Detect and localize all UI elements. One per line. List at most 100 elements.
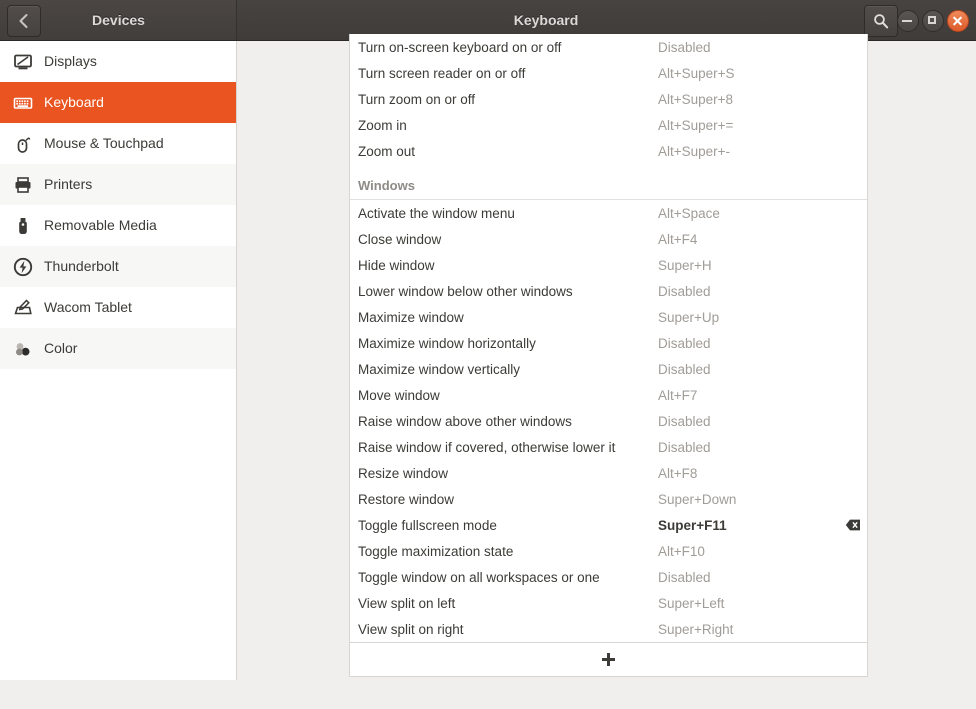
backspace-clear-icon: [845, 519, 860, 531]
shortcut-accelerator: Disabled: [658, 569, 711, 585]
shortcut-name: View split on right: [358, 621, 464, 637]
shortcut-name: Toggle maximization state: [358, 543, 514, 559]
shortcut-row[interactable]: Hide window Super+H: [350, 252, 867, 278]
shortcut-name: Close window: [358, 231, 442, 247]
sidebar-item-label: Removable Media: [44, 217, 157, 233]
shortcut-row[interactable]: Activate the window menu Alt+Space: [350, 200, 867, 226]
shortcut-accelerator: Super+Down: [658, 491, 737, 507]
display-icon: [10, 50, 36, 74]
shortcut-row[interactable]: Raise window above other windows Disabled: [350, 408, 867, 434]
shortcut-row[interactable]: Toggle window on all workspaces or one Di…: [350, 564, 867, 590]
window-controls: [897, 10, 969, 32]
shortcut-row[interactable]: Turn on-screen keyboard on or off Disable…: [350, 34, 867, 60]
shortcut-name: Maximize window: [358, 309, 464, 325]
shortcut-name: Raise window if covered, otherwise lower…: [358, 439, 616, 455]
shortcuts-list: Turn on-screen keyboard on or off Disable…: [349, 34, 868, 677]
shortcut-row[interactable]: Close window Alt+F4: [350, 226, 867, 252]
shortcut-accelerator: Alt+F10: [658, 543, 705, 559]
shortcut-row[interactable]: Maximize window Super+Up: [350, 304, 867, 330]
shortcut-accelerator: Alt+Super+=: [658, 117, 734, 133]
shortcut-row[interactable]: Raise window if covered, otherwise lower…: [350, 434, 867, 460]
close-button[interactable]: [947, 10, 969, 32]
shortcut-row[interactable]: Zoom out Alt+Super+-: [350, 138, 867, 164]
shortcut-name: Maximize window horizontally: [358, 335, 536, 351]
shortcut-accelerator: Alt+Super+8: [658, 91, 734, 107]
shortcut-accelerator: Alt+F8: [658, 465, 698, 481]
keyboard-icon: [10, 91, 36, 115]
shortcut-name: View split on left: [358, 595, 456, 611]
sidebar-item-removable-media[interactable]: Removable Media: [0, 205, 236, 246]
sidebar-item-color[interactable]: Color: [0, 328, 236, 369]
keyboard-icon: [13, 97, 33, 109]
sidebar-item-label: Color: [44, 340, 78, 356]
shortcut-accelerator: Super+Left: [658, 595, 725, 611]
shortcut-name: Restore window: [358, 491, 455, 507]
shortcut-name: Resize window: [358, 465, 449, 481]
shortcut-name: Toggle window on all workspaces or one: [358, 569, 600, 585]
minimize-button[interactable]: [897, 10, 919, 32]
shortcut-accelerator: Alt+F7: [658, 387, 698, 403]
maximize-button[interactable]: [922, 10, 944, 32]
shortcut-accelerator: Super+Up: [658, 309, 720, 325]
search-icon: [874, 14, 889, 29]
shortcut-name: Hide window: [358, 257, 435, 273]
color-circles-icon: [16, 342, 30, 355]
usb-drive-icon: [10, 214, 36, 238]
printer-icon: [15, 176, 31, 193]
shortcut-accelerator: Disabled: [658, 439, 711, 455]
sidebar-item-displays[interactable]: Displays: [0, 41, 236, 82]
sidebar-item-label: Displays: [44, 53, 97, 69]
shortcut-row[interactable]: Resize window Alt+F8: [350, 460, 867, 486]
shortcut-group: Turn on-screen keyboard on or off Disable…: [350, 34, 867, 164]
section-header-windows: Windows: [350, 164, 867, 200]
thunderbolt-icon: [10, 255, 36, 279]
shortcut-row[interactable]: Turn screen reader on or off Alt+Super+S: [350, 60, 867, 86]
sidebar-item-thunderbolt[interactable]: Thunderbolt: [0, 246, 236, 287]
shortcut-name: Zoom out: [358, 143, 416, 159]
shortcut-row[interactable]: Turn zoom on or off Alt+Super+8: [350, 86, 867, 112]
shortcut-name: Maximize window vertically: [358, 361, 521, 377]
sidebar-item-label: Mouse & Touchpad: [44, 135, 164, 151]
shortcut-row[interactable]: Toggle fullscreen mode Super+F11: [350, 512, 867, 538]
settings-window: Devices Keyboard Displays Keyboard Mouse…: [0, 0, 976, 709]
clear-shortcut-button[interactable]: [845, 517, 861, 533]
shortcut-name: Turn on-screen keyboard on or off: [358, 39, 562, 55]
shortcut-row[interactable]: Move window Alt+F7: [350, 382, 867, 408]
shortcut-group: Activate the window menu Alt+Space Close …: [350, 200, 867, 642]
shortcut-name: Turn screen reader on or off: [358, 65, 526, 81]
sidebar-item-keyboard[interactable]: Keyboard: [0, 82, 236, 123]
shortcut-accelerator: Disabled: [658, 413, 711, 429]
shortcut-accelerator: Disabled: [658, 335, 711, 351]
shortcut-row[interactable]: Toggle maximization state Alt+F10: [350, 538, 867, 564]
sidebar-item-label: Thunderbolt: [44, 258, 119, 274]
titlebar-left-section: Devices: [0, 0, 237, 40]
shortcut-accelerator: Alt+Super+-: [658, 143, 731, 159]
shortcut-row[interactable]: Zoom in Alt+Super+=: [350, 112, 867, 138]
shortcut-accelerator: Super+Right: [658, 621, 734, 637]
printer-icon: [10, 173, 36, 197]
shortcut-name: Raise window above other windows: [358, 413, 572, 429]
shortcut-name: Zoom in: [358, 117, 407, 133]
wacom-tablet-icon: [14, 298, 32, 314]
shortcut-row[interactable]: Maximize window horizontally Disabled: [350, 330, 867, 356]
shortcut-row[interactable]: View split on left Super+Left: [350, 590, 867, 616]
shortcut-accelerator: Alt+F4: [658, 231, 698, 247]
back-button[interactable]: [7, 5, 41, 37]
thunderbolt-icon: [13, 257, 33, 276]
shortcut-row[interactable]: View split on right Super+Right: [350, 616, 867, 642]
add-shortcut-button[interactable]: [350, 642, 867, 677]
shortcut-row[interactable]: Maximize window vertically Disabled: [350, 356, 867, 382]
shortcut-accelerator: Super+H: [658, 257, 712, 273]
shortcut-accelerator: Super+F11: [658, 517, 727, 533]
shortcut-accelerator: Disabled: [658, 39, 711, 55]
shortcut-row[interactable]: Lower window below other windows Disabled: [350, 278, 867, 304]
search-button[interactable]: [864, 5, 898, 37]
sidebar-item-wacom-tablet[interactable]: Wacom Tablet: [0, 287, 236, 328]
shortcut-accelerator: Disabled: [658, 283, 711, 299]
sidebar-item-printers[interactable]: Printers: [0, 164, 236, 205]
content-area: Turn on-screen keyboard on or off Disable…: [238, 34, 976, 709]
shortcut-name: Lower window below other windows: [358, 283, 573, 299]
sidebar-item-mouse-touchpad[interactable]: Mouse & Touchpad: [0, 123, 236, 164]
usb-drive-icon: [19, 217, 27, 234]
shortcut-row[interactable]: Restore window Super+Down: [350, 486, 867, 512]
